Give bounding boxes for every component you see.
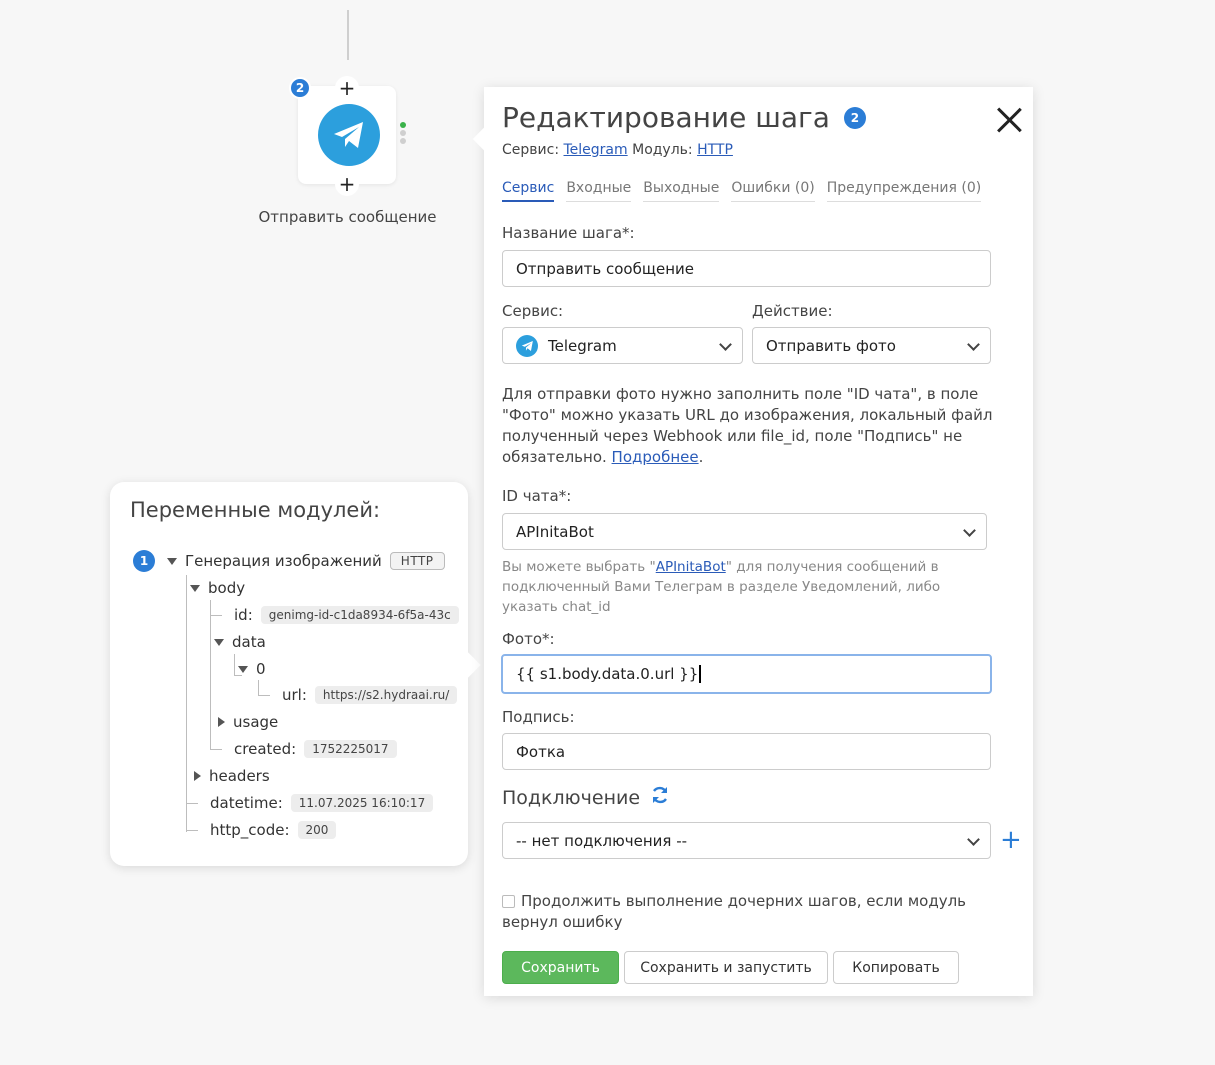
node-label: Отправить сообщение [258,208,437,226]
caption-input[interactable]: Фотка [502,733,991,770]
tree-leaf-created[interactable]: created: 1752225017 [234,740,397,758]
module-variables-panel: Переменные модулей: 1 Генерация изображе… [110,482,481,866]
service-select[interactable]: Telegram [502,327,743,364]
panel-tabs: Сервис Входные Выходные Ошибки (0) Преду… [502,180,993,202]
connection-select[interactable]: -- нет подключения -- [502,822,991,859]
add-connection-button[interactable]: + [1000,827,1022,853]
chevron-down-icon [967,833,980,846]
continue-on-error-row[interactable]: Продолжить выполнение дочерних шагов, ес… [502,891,982,933]
expand-icon[interactable] [218,717,225,727]
variable-value[interactable]: genimg-id-c1da8934-6f5a-43c [260,606,459,624]
copy-button[interactable]: Копировать [833,951,959,984]
tree-node-usage[interactable]: usage [218,713,278,731]
collapse-icon[interactable] [238,665,248,673]
panel-title: Редактирование шага 2 [502,101,866,134]
chevron-down-icon [963,524,976,537]
edit-step-panel: Редактирование шага 2 Сервис: Telegram М… [472,87,1033,996]
tab-errors[interactable]: Ошибки (0) [731,180,815,202]
tree-module-row[interactable]: 1 Генерация изображений HTTP [133,550,445,572]
action-description: Для отправки фото нужно заполнить поле "… [502,385,993,466]
tree-leaf-url[interactable]: url: https://s2.hydraai.ru/ [282,686,458,704]
tree-leaf-datetime[interactable]: datetime: 11.07.2025 16:10:17 [210,794,434,812]
add-step-below-button[interactable]: + [335,172,359,196]
module-number-badge: 1 [133,550,155,572]
service-link[interactable]: Telegram [564,142,628,158]
variables-tree: 1 Генерация изображений HTTP body id: ge… [110,482,468,866]
service-module-line: Сервис: Telegram Модуль: HTTP [502,142,733,158]
bot-link[interactable]: APInitaBot [656,559,726,575]
chat-id-select[interactable]: APInitaBot [502,513,987,550]
step-number-badge: 2 [289,77,311,99]
photo-input[interactable]: {{ s1.body.data.0.url }} [501,654,992,694]
telegram-icon [516,334,538,357]
collapse-icon[interactable] [214,638,224,646]
photo-label: Фото*: [502,630,555,648]
close-icon[interactable] [996,107,1022,133]
chevron-down-icon [719,338,732,351]
telegram-icon [318,104,380,166]
collapse-icon[interactable] [190,584,200,592]
variable-value[interactable]: 11.07.2025 16:10:17 [290,794,434,812]
module-name: Генерация изображений [185,552,382,570]
text-cursor [699,665,701,683]
tree-node-headers[interactable]: headers [194,767,270,785]
step-name-input[interactable]: Отправить сообщение [502,250,991,287]
module-tag: HTTP [389,552,445,570]
chat-id-label: ID чата*: [502,487,572,505]
continue-on-error-checkbox[interactable] [502,895,515,908]
tab-outputs[interactable]: Выходные [643,180,720,202]
caption-label: Подпись: [502,708,575,726]
save-and-run-button[interactable]: Сохранить и запустить [624,951,828,984]
more-link[interactable]: Подробнее [612,448,699,466]
panel-pointer [472,127,496,151]
tab-warnings[interactable]: Предупреждения (0) [826,180,982,202]
telegram-step-node[interactable] [298,86,396,184]
refresh-icon[interactable] [650,785,670,810]
variable-value[interactable]: https://s2.hydraai.ru/ [314,686,458,704]
add-step-above-button[interactable]: + [335,76,359,100]
save-button[interactable]: Сохранить [502,951,619,984]
service-field-label: Сервис: [502,302,564,320]
node-menu-icon[interactable] [400,122,406,146]
connection-section-title: Подключение [502,785,670,810]
tab-service[interactable]: Сервис [502,180,555,202]
collapse-icon[interactable] [167,557,177,565]
tree-leaf-id[interactable]: id: genimg-id-c1da8934-6f5a-43c [234,606,459,624]
connector-line [347,10,349,60]
tree-leaf-http-code[interactable]: http_code: 200 [210,821,337,839]
tree-node-index[interactable]: 0 [238,660,266,678]
chat-id-hint: Вы можете выбрать "APInitaBot" для получ… [502,559,941,615]
action-field-label: Действие: [752,302,833,320]
tab-inputs[interactable]: Входные [566,180,632,202]
chevron-down-icon [967,338,980,351]
tree-node-data[interactable]: data [214,633,266,651]
tree-node-body[interactable]: body [190,579,245,597]
variable-value[interactable]: 200 [297,821,337,839]
module-link[interactable]: HTTP [697,142,733,158]
step-number-badge: 2 [843,106,866,129]
expand-icon[interactable] [194,771,201,781]
action-select[interactable]: Отправить фото [752,327,991,364]
step-name-label: Название шага*: [502,224,635,242]
variable-value[interactable]: 1752225017 [304,740,397,758]
